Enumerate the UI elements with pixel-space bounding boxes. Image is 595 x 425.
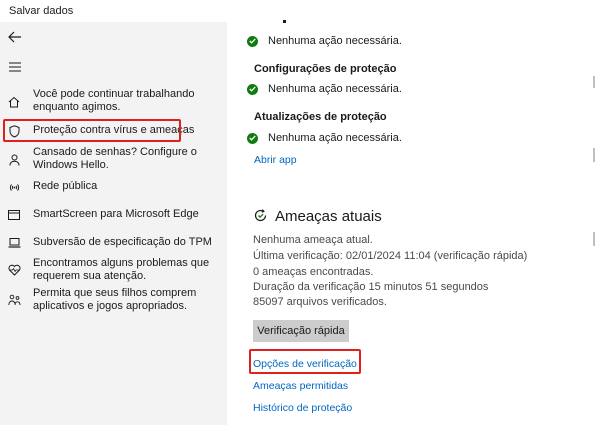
threat-info-line: 85097 arquivos verificados.	[253, 296, 387, 308]
heart-pulse-icon	[7, 263, 21, 277]
laptop-icon	[7, 236, 21, 250]
status-text: Nenhuma ação necessária.	[268, 83, 402, 95]
home-icon	[7, 95, 21, 109]
threat-info-line: Última verificação: 02/01/2024 11:04 (ve…	[253, 250, 528, 262]
app-browser-icon	[7, 208, 21, 222]
back-button[interactable]	[4, 26, 26, 48]
family-icon	[7, 293, 21, 307]
check-icon	[247, 35, 258, 47]
allowed-threats-link[interactable]: Ameaças permitidas	[253, 380, 348, 392]
wifi-icon	[7, 180, 21, 194]
status-row-updates: Nenhuma ação necessária.	[247, 132, 402, 144]
sidebar-item-label: Rede pública	[33, 180, 98, 192]
sidebar: Você pode continuar trabalhando enquanto…	[0, 22, 227, 425]
highlight-scan-options	[249, 349, 361, 374]
status-row-top: Nenhuma ação necessária.	[247, 35, 402, 47]
sidebar-item-label: Permita que seus filhos comprem aplicati…	[33, 287, 197, 312]
threat-info-line: Nenhuma ameaça atual.	[253, 234, 373, 246]
status-row-settings: Nenhuma ação necessária.	[247, 83, 402, 95]
sidebar-item-network[interactable]: Rede pública	[0, 179, 227, 195]
window-title: Salvar dados	[9, 5, 74, 17]
open-app-link[interactable]: Abrir app	[254, 154, 297, 166]
hamburger-icon	[9, 62, 21, 72]
threats-title: Ameaças atuais	[275, 208, 382, 225]
menu-button[interactable]	[4, 56, 26, 78]
cut-off-heading	[283, 20, 286, 23]
sidebar-item-smartscreen[interactable]: SmartScreen para Microsoft Edge	[0, 207, 227, 223]
sidebar-item-device-health[interactable]: Encontramos alguns problemas que requere…	[0, 257, 227, 285]
sidebar-item-family[interactable]: Permita que seus filhos comprem aplicati…	[0, 287, 227, 315]
sidebar-item-label: SmartScreen para Microsoft Edge	[33, 208, 199, 220]
sidebar-item-windows-hello[interactable]: Cansado de senhas? Configure o Windows H…	[0, 146, 227, 174]
title-bar: Salvar dados	[0, 0, 595, 22]
protection-updates-title: Atualizações de proteção	[254, 111, 387, 123]
threat-info-line: Duração da verificação 15 minutos 51 seg…	[253, 281, 489, 293]
person-icon	[7, 153, 21, 167]
highlight-virus-protection	[3, 119, 181, 142]
sidebar-item-label: Encontramos alguns problemas que requere…	[33, 257, 210, 282]
status-text: Nenhuma ação necessária.	[268, 35, 402, 47]
quick-scan-button[interactable]: Verificação rápida	[253, 320, 349, 342]
threat-info-line: 0 ameaças encontradas.	[253, 266, 374, 278]
sidebar-item-label: Você pode continuar trabalhando enquanto…	[33, 88, 195, 113]
protection-history-link[interactable]: Histórico de proteção	[253, 402, 352, 414]
main-content: Nenhuma ação necessária. Configurações d…	[227, 20, 595, 425]
sidebar-item-label: Subversão de especificação do TPM	[33, 236, 212, 248]
check-icon	[247, 83, 258, 95]
back-arrow-icon	[8, 31, 21, 43]
threats-refresh-icon	[253, 208, 268, 223]
check-icon	[247, 132, 258, 144]
sidebar-item-label: Cansado de senhas? Configure o Windows H…	[33, 146, 197, 171]
sidebar-item-tpm[interactable]: Subversão de especificação do TPM	[0, 235, 227, 251]
protection-settings-title: Configurações de proteção	[254, 63, 397, 75]
status-text: Nenhuma ação necessária.	[268, 132, 402, 144]
sidebar-item-home[interactable]: Você pode continuar trabalhando enquanto…	[0, 88, 227, 116]
